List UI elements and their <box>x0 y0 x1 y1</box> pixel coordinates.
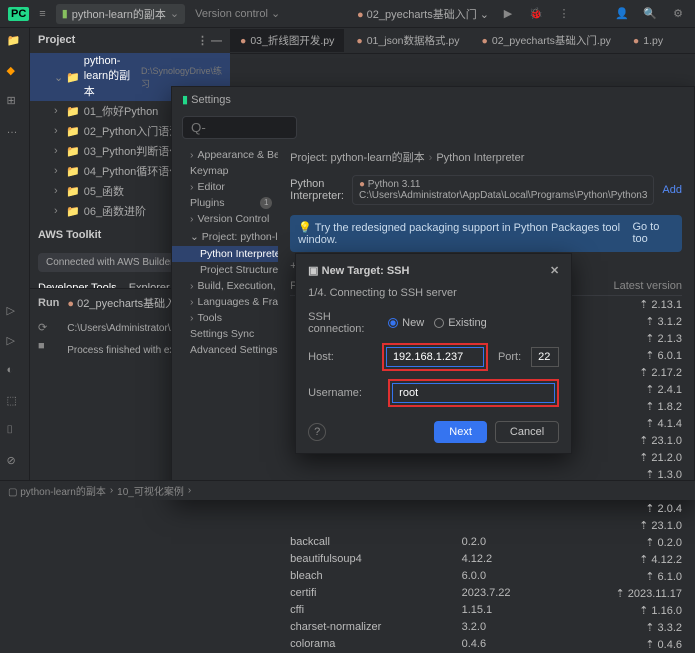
code-with-me-icon[interactable]: 👤 <box>613 5 631 23</box>
interpreter-label: Python Interpreter: <box>290 178 344 202</box>
settings-node-python-interpreter[interactable]: Python Interpreter <box>172 246 278 262</box>
interpreter-selector[interactable]: ● Python 3.11 C:\Users\Administrator\App… <box>352 175 654 205</box>
host-input[interactable] <box>386 347 484 367</box>
port-label: Port: <box>498 351 521 363</box>
settings-node[interactable]: ⌄ Project: python-learn的副本 <box>172 227 278 246</box>
debug-icon[interactable]: 🐞 <box>527 5 545 23</box>
close-icon[interactable]: ✕ <box>550 264 559 277</box>
package-row[interactable]: bleach6.0.0⇡ 6.1.0 <box>290 568 682 585</box>
ssh-modal-title: ▣ New Target: SSH <box>308 264 409 277</box>
aws-tool-icon[interactable]: ◆ <box>7 64 23 80</box>
file-tab[interactable]: ●1.py <box>623 31 673 51</box>
more-tool-icon[interactable]: … <box>7 124 23 140</box>
username-input[interactable] <box>392 383 555 403</box>
file-tab[interactable]: ●01_json数据格式.py <box>346 29 469 52</box>
add-interpreter-link[interactable]: Add <box>662 184 682 196</box>
settings-tree: Appearance & Behavior Keymap Editor Plug… <box>172 143 278 513</box>
run-config-label: ● 02_pyecharts基础入门 <box>67 295 187 311</box>
settings-title: ▮ Settings <box>172 87 694 112</box>
settings-dialog: ▮ Settings Appearance & Behavior Keymap … <box>171 86 695 500</box>
cancel-button[interactable]: Cancel <box>495 421 559 443</box>
package-row[interactable]: ⇡ 2.0.4 <box>290 500 682 517</box>
packages-tip-banner: 💡 Try the redesigned packaging support i… <box>290 215 682 252</box>
settings-node[interactable]: Settings Sync <box>172 326 278 342</box>
ssh-target-modal: ▣ New Target: SSH ✕ 1/4. Connecting to S… <box>295 253 572 454</box>
settings-node[interactable]: Project Structure <box>172 262 278 278</box>
package-row[interactable]: backcall0.2.0⇡ 0.2.0 <box>290 534 682 551</box>
stop-icon[interactable]: ■ <box>38 340 47 352</box>
help-icon[interactable]: ? <box>308 423 326 441</box>
status-project[interactable]: ▢ python-learn的副本 <box>8 483 106 498</box>
file-tab[interactable]: ●02_pyecharts基础入门.py <box>472 29 621 52</box>
run-tool-icon[interactable]: ▷ <box>7 304 23 320</box>
settings-node[interactable]: Languages & Frameworks <box>172 294 278 310</box>
settings-node[interactable]: Plugins 1 <box>172 195 278 211</box>
project-selector[interactable]: ▮ python-learn的副本 ⌄ <box>56 4 185 24</box>
settings-search-input[interactable] <box>182 116 297 139</box>
radio-new[interactable]: New <box>388 317 424 329</box>
run-icon[interactable]: ▶ <box>499 5 517 23</box>
settings-node[interactable]: Version Control <box>172 211 278 227</box>
run-output-line: Process finished with ex <box>67 345 177 356</box>
package-row[interactable]: beautifulsoup44.12.2⇡ 4.12.2 <box>290 551 682 568</box>
version-control-dropdown[interactable]: Version control ⌄ <box>195 7 280 20</box>
settings-node[interactable]: Tools <box>172 310 278 326</box>
terminal-icon[interactable]: ⌷ <box>7 424 23 440</box>
settings-node[interactable]: Build, Execution, Deployment <box>172 278 278 294</box>
settings-node[interactable]: Appearance & Behavior <box>172 147 278 163</box>
more-icon[interactable]: ⋮ <box>555 5 573 23</box>
settings-node[interactable]: Keymap <box>172 163 278 179</box>
package-row[interactable]: certifi2023.7.22⇡ 2023.11.17 <box>290 585 682 602</box>
ssh-step-label: 1/4. Connecting to SSH server <box>308 287 559 299</box>
file-tab[interactable]: ●03_折线图开发.py <box>230 29 344 52</box>
radio-existing[interactable]: Existing <box>434 317 487 329</box>
structure-tool-icon[interactable]: ⊞ <box>7 94 23 110</box>
port-input[interactable] <box>531 347 559 367</box>
services-icon[interactable]: ⬚ <box>7 394 23 410</box>
pycharm-logo-icon: PC <box>8 7 29 21</box>
run-config-selector[interactable]: ● 02_pyecharts基础入门 ⌄ <box>357 6 489 22</box>
run-title: Run <box>38 297 59 309</box>
col-latest[interactable]: Latest version <box>584 280 682 292</box>
settings-node[interactable]: Advanced Settings <box>172 342 278 358</box>
breadcrumb: Project: python-learn的副本›Python Interpre… <box>290 149 682 165</box>
username-label: Username: <box>308 387 378 399</box>
settings-node[interactable]: Editor <box>172 179 278 195</box>
run-output-line: C:\Users\Administrator\A <box>67 323 177 334</box>
search-icon[interactable]: 🔍 <box>641 5 659 23</box>
go-to-tool-link[interactable]: Go to too <box>632 221 674 246</box>
rerun-icon[interactable]: ⟳ <box>38 321 47 334</box>
gear-icon[interactable]: ⚙ <box>669 5 687 23</box>
project-tools[interactable]: ⋮ — <box>197 34 222 47</box>
project-tool-icon[interactable]: 📁 <box>7 34 23 50</box>
package-row[interactable]: charset-normalizer3.2.0⇡ 3.3.2 <box>290 619 682 636</box>
status-folder[interactable]: 10_可视化案例 <box>117 483 184 498</box>
status-bar: ▢ python-learn的副本 › 10_可视化案例 › <box>0 480 695 500</box>
python-console-icon[interactable]: ▷ <box>7 334 23 350</box>
host-label: Host: <box>308 351 372 363</box>
package-row[interactable]: cffi1.15.1⇡ 1.16.0 <box>290 602 682 619</box>
menu-icon[interactable]: ≡ <box>39 8 45 20</box>
left-tool-rail: 📁 ◆ ⊞ … ▷ ▷ ◐ ⬚ ⌷ ⊘ ⑂ <box>0 28 30 500</box>
ssh-connection-label: SSH connection: <box>308 311 378 335</box>
package-row[interactable]: colorama0.4.6⇡ 0.4.6 <box>290 636 682 653</box>
project-title: Project <box>38 34 75 47</box>
python-packages-icon[interactable]: ◐ <box>7 364 23 380</box>
package-row[interactable]: ⇡ 23.1.0 <box>290 517 682 534</box>
next-button[interactable]: Next <box>434 421 487 443</box>
problems-icon[interactable]: ⊘ <box>7 454 23 470</box>
